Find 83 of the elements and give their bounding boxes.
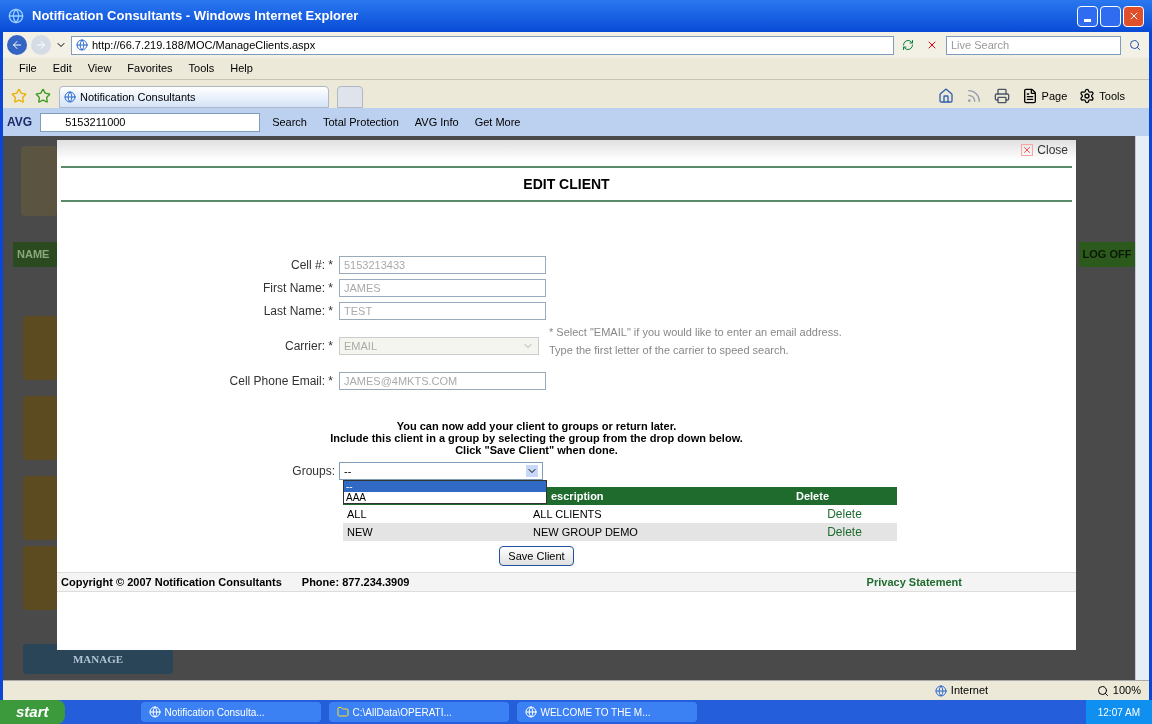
toolbar-search-field[interactable]: 5153211000	[40, 112, 261, 132]
field-label: Cell Phone Email: *	[228, 373, 333, 390]
close-button[interactable]	[1123, 5, 1144, 27]
phone-text: Phone: 877.234.3909	[301, 574, 410, 590]
field-label: Carrier: *	[283, 338, 333, 355]
hint-text: Type the first letter of the carrier to speed search.	[549, 343, 790, 358]
page-menu[interactable]: Page	[1021, 87, 1068, 104]
copyright-text: Copyright © 2007 Notification Consultants	[61, 574, 282, 590]
name-bar: NAME	[13, 242, 57, 267]
minimize-button[interactable]	[1077, 5, 1098, 27]
privacy-link[interactable]: Privacy Statement	[866, 573, 962, 591]
taskbar-button[interactable]: C:\AllData\OPERATI...	[328, 702, 509, 722]
icon-tile	[23, 546, 57, 610]
table-cell: NEW GROUP DEMO	[533, 525, 638, 538]
menu-item[interactable]: File	[19, 60, 37, 77]
window-title: Notification Consultants - Windows Internet Explorer	[32, 7, 359, 26]
icon-tile	[23, 316, 57, 380]
dropdown-option[interactable]: AAA	[344, 492, 546, 503]
column-header: escription	[551, 489, 604, 502]
caret-icon[interactable]	[526, 465, 538, 477]
address-field[interactable]: http://66.7.219.188/MOC/ManageClients.aspx	[71, 35, 894, 55]
toolbar-button[interactable]: Total Protection	[319, 113, 403, 131]
delete-link[interactable]: Delete	[827, 507, 862, 521]
scrollbar[interactable]	[1135, 136, 1149, 680]
start-button[interactable]: start	[0, 700, 65, 724]
groups-label: Groups:	[291, 463, 336, 480]
toolbar-button[interactable]: Get More	[470, 113, 525, 131]
menu-item[interactable]: Tools	[188, 60, 215, 77]
favorites-star-icon[interactable]	[11, 88, 27, 104]
zone-label: Internet	[934, 682, 1085, 699]
refresh-icon	[902, 39, 914, 51]
modal-title: EDIT CLIENT	[523, 174, 610, 194]
menu-item[interactable]: Favorites	[127, 60, 173, 77]
groups-select[interactable]: --	[339, 462, 543, 480]
taskbar-button[interactable]: WELCOME TO THE M...	[516, 702, 697, 722]
instruction-text: You can now add your client to groups or return later.	[396, 420, 677, 432]
clock: 12:07 AM	[1097, 705, 1140, 720]
dropdown-option[interactable]: --	[344, 481, 546, 492]
delete-link[interactable]: Delete	[827, 525, 862, 539]
field-label: First Name: *	[261, 280, 333, 297]
feed-icon[interactable]	[965, 87, 982, 104]
icon-tile	[23, 476, 57, 540]
toolbar-button[interactable]: Search	[268, 113, 311, 131]
save-client-button[interactable]: Save Client	[499, 546, 574, 566]
field-label: Last Name: *	[262, 303, 333, 320]
table-cell: ALL	[347, 507, 367, 520]
table-cell: ALL CLIENTS	[533, 507, 602, 520]
app-icon	[524, 706, 537, 718]
forward-arrow-icon	[35, 39, 47, 51]
avg-logo[interactable]: AVG	[7, 113, 33, 131]
browser-tab[interactable]: Notification Consultants	[59, 86, 329, 108]
menu-item[interactable]: Help	[230, 60, 253, 77]
gear-icon	[1079, 87, 1096, 104]
column-header: Delete	[796, 489, 830, 502]
taskbar-button[interactable]: Notification Consulta...	[140, 702, 321, 722]
print-icon[interactable]	[993, 87, 1010, 104]
home-icon[interactable]	[937, 87, 954, 104]
instruction-text: Include this client in a group by selecting the group from the drop down below.	[330, 432, 743, 444]
menu-item[interactable]: Edit	[52, 60, 72, 77]
tab-page-icon	[64, 91, 76, 103]
icon-tile	[23, 396, 57, 460]
maximize-button[interactable]	[1100, 5, 1121, 27]
menu-item[interactable]: View	[87, 60, 112, 77]
folder-icon	[336, 706, 349, 718]
hint-text: * Select "EMAIL" if you would like to enter an email address.	[549, 325, 842, 340]
log-off-bar: LOG OFF	[1079, 242, 1135, 267]
back-button[interactable]	[7, 35, 27, 55]
magnifier-icon	[1096, 684, 1109, 697]
instruction-text: Click "Save Client" when done.	[455, 444, 618, 456]
table-cell: NEW	[347, 525, 373, 538]
zoom-control[interactable]: 100%	[1096, 682, 1141, 699]
browser-icon	[8, 8, 24, 24]
app-icon	[148, 706, 161, 718]
close-link[interactable]: Close	[1021, 141, 1068, 159]
search-icon	[1129, 39, 1141, 51]
add-favorite-icon[interactable]	[35, 88, 51, 104]
globe-icon	[934, 684, 947, 697]
stop-icon	[926, 39, 938, 51]
close-icon	[1021, 144, 1034, 156]
tools-menu[interactable]: Tools	[1079, 87, 1125, 104]
toolbar-button[interactable]: AVG Info	[410, 113, 463, 131]
field-label: Cell #: *	[289, 257, 333, 274]
back-arrow-icon	[11, 39, 23, 51]
